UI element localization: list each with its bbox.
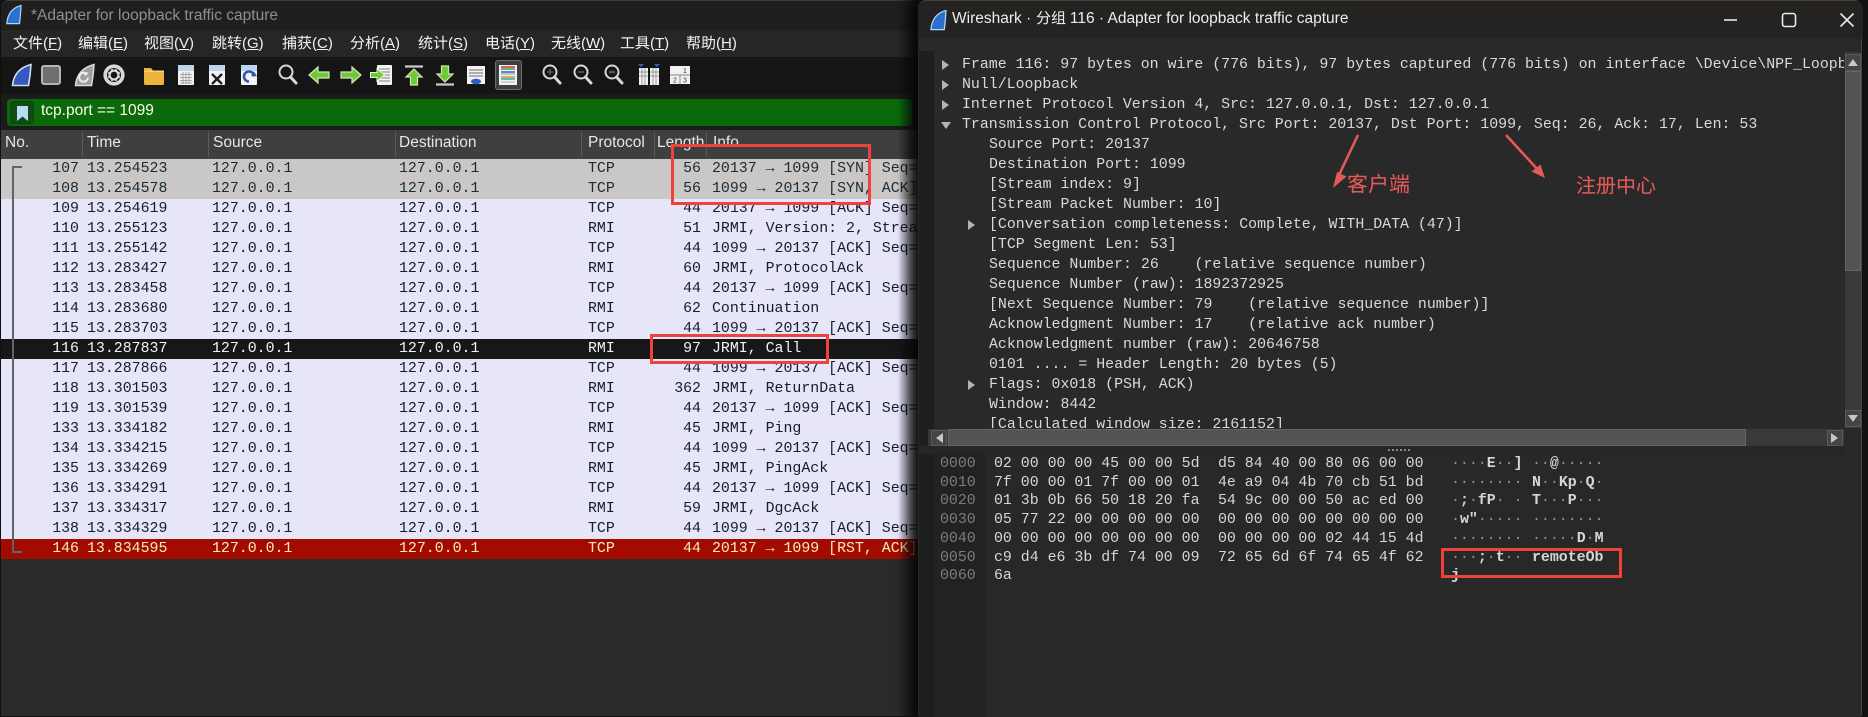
svg-text:3: 3	[683, 78, 687, 85]
svg-text:2: 2	[673, 78, 677, 85]
svg-text:1: 1	[683, 68, 687, 75]
